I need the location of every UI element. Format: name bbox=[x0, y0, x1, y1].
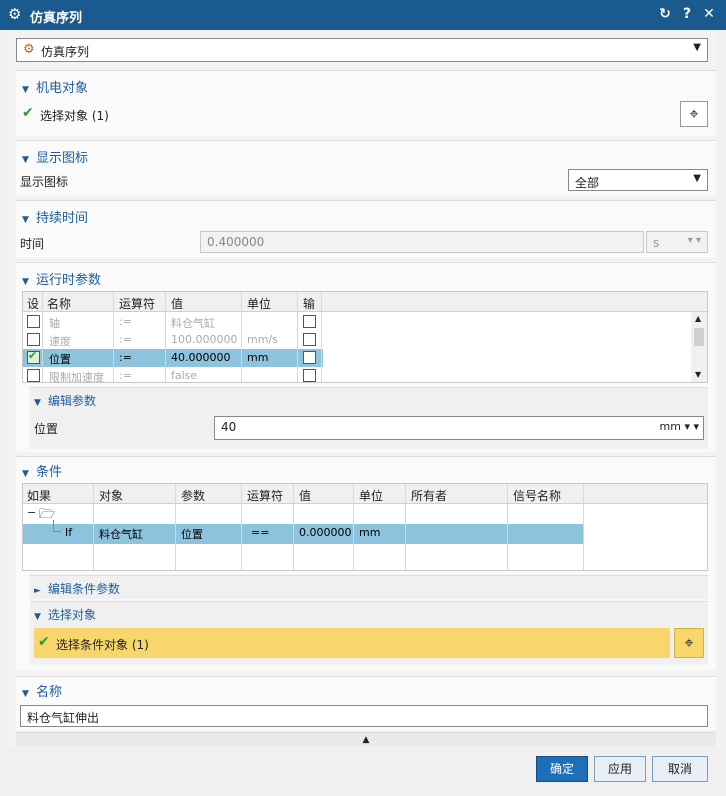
name-input[interactable]: 料仓气缸伸出 bbox=[20, 705, 708, 727]
close-icon[interactable]: ✕ bbox=[700, 5, 718, 23]
ok-button[interactable]: 确定 bbox=[536, 756, 588, 782]
footer: 确定 应用 取消 bbox=[8, 746, 718, 796]
mech-object-section: ▼ 机电对象 ✔ 选择对象 (1) ⌖ bbox=[16, 70, 716, 136]
duration-label: 时间 bbox=[20, 237, 45, 251]
window-title: 仿真序列 bbox=[30, 11, 83, 26]
edit-params-subsection: ▼ 编辑参数 位置 40 mm ▾ ▾ bbox=[30, 387, 708, 449]
set-checkbox[interactable] bbox=[27, 315, 40, 328]
chevron-down-icon: ▾ ▾ bbox=[687, 235, 701, 246]
output-checkbox[interactable] bbox=[303, 315, 316, 328]
duration-header[interactable]: ▼ 持续时间 bbox=[22, 207, 88, 226]
mech-object-select-label: 选择对象 (1) bbox=[40, 109, 109, 123]
mech-object-header[interactable]: ▼ 机电对象 bbox=[22, 77, 88, 96]
select-object-subsection: ▼ 选择对象 ✔ 选择条件对象 (1) ⌖ bbox=[30, 601, 708, 665]
scrollbar[interactable]: ▲ ▼ bbox=[691, 312, 707, 382]
edit-condition-params-header[interactable]: ► 编辑条件参数 bbox=[34, 580, 120, 597]
table-row[interactable]: 速度 := 100.000000 mm/s bbox=[23, 331, 693, 349]
table-header: 设 名称 运算符 值 单位 输 bbox=[23, 292, 707, 312]
dialog-body: ⚙ 仿真序列 ▼ ▼ 机电对象 ✔ 选择对象 (1) ⌖ ▼ 显示图标 显示图标 全… bbox=[8, 30, 718, 796]
runtime-params-header[interactable]: ▼ 运行时参数 bbox=[22, 269, 101, 288]
unit-select[interactable]: mm ▾ ▾ bbox=[660, 420, 699, 433]
display-icon-select-value: 全部 bbox=[575, 176, 600, 190]
output-checkbox[interactable] bbox=[303, 351, 316, 364]
duration-section: ▼ 持续时间 时间 0.400000 s ▾ ▾ bbox=[16, 200, 716, 258]
check-icon: ✔ bbox=[28, 349, 38, 362]
cancel-button[interactable]: 取消 bbox=[652, 756, 708, 782]
display-icon-header[interactable]: ▼ 显示图标 bbox=[22, 147, 88, 166]
chevron-down-icon: ▼ bbox=[693, 42, 701, 53]
output-checkbox[interactable] bbox=[303, 369, 316, 382]
tree-line bbox=[53, 520, 61, 532]
duration-unit-select[interactable]: s ▾ ▾ bbox=[646, 231, 708, 253]
select-object-header[interactable]: ▼ 选择对象 bbox=[34, 606, 96, 623]
name-section: ▼ 名称 料仓气缸伸出 bbox=[16, 676, 716, 730]
tree-root-row[interactable]: − 🗁 bbox=[23, 505, 707, 523]
conditions-section: ▼ 条件 如果 对象 参数 运算符 值 单位 所有者 信号名称 − 🗁 If 料仓… bbox=[16, 456, 716, 670]
check-icon: ✔ bbox=[38, 634, 50, 650]
collapse-icon[interactable]: − bbox=[27, 506, 36, 519]
display-icon-label: 显示图标 bbox=[20, 175, 69, 189]
reset-icon[interactable]: ↻ bbox=[656, 5, 674, 23]
type-select[interactable]: ⚙ 仿真序列 ▼ bbox=[16, 38, 708, 62]
chevron-down-icon: ▼ bbox=[693, 173, 701, 184]
display-icon-select[interactable]: 全部 ▼ bbox=[568, 169, 708, 191]
help-icon[interactable]: ? bbox=[678, 5, 696, 23]
table-row[interactable]: 轴 := 料仓气缸 bbox=[23, 313, 693, 331]
conditions-header[interactable]: ▼ 条件 bbox=[22, 461, 62, 480]
display-icon-section: ▼ 显示图标 显示图标 全部 ▼ bbox=[16, 140, 716, 196]
set-checkbox-checked[interactable]: ✔ bbox=[27, 349, 40, 364]
collapse-arrow[interactable]: ▲ bbox=[16, 732, 716, 746]
edit-param-label: 位置 bbox=[34, 422, 59, 436]
name-header[interactable]: ▼ 名称 bbox=[22, 681, 62, 700]
table-row-selected[interactable]: ✔ 位置 := 40.000000 mm bbox=[23, 349, 323, 367]
scrollbar-thumb[interactable] bbox=[694, 328, 704, 346]
output-checkbox[interactable] bbox=[303, 333, 316, 346]
check-icon: ✔ bbox=[22, 105, 34, 121]
gear-icon[interactable]: ⚙ bbox=[8, 6, 24, 22]
conditions-table: 如果 对象 参数 运算符 值 单位 所有者 信号名称 − 🗁 If 料仓气缸 位… bbox=[22, 483, 708, 571]
title-bar: ⚙ 仿真序列 ↻ ? ✕ bbox=[0, 0, 726, 30]
scroll-down-icon[interactable]: ▼ bbox=[695, 370, 701, 379]
edit-params-header[interactable]: ▼ 编辑参数 bbox=[34, 392, 96, 409]
duration-input[interactable]: 0.400000 bbox=[200, 231, 644, 253]
type-select-value: 仿真序列 bbox=[41, 45, 90, 59]
set-checkbox[interactable] bbox=[27, 333, 40, 346]
table-row[interactable]: 限制加速度 := false bbox=[23, 367, 693, 382]
set-checkbox[interactable] bbox=[27, 369, 40, 382]
crosshair-icon[interactable]: ⌖ bbox=[674, 628, 704, 658]
runtime-params-table: 设 名称 运算符 值 单位 输 轴 := 料仓气缸 速度 := 100.0000… bbox=[22, 291, 708, 383]
sequence-icon: ⚙ bbox=[23, 42, 35, 57]
table-row-selected[interactable]: If 料仓气缸 位置 == 0.000000 mm bbox=[23, 520, 583, 544]
runtime-params-section: ▼ 运行时参数 设 名称 运算符 值 单位 输 轴 := 料仓气缸 速度:= … bbox=[16, 262, 716, 452]
position-input[interactable]: 40 mm ▾ ▾ bbox=[214, 416, 704, 440]
table-header: 如果 对象 参数 运算符 值 单位 所有者 信号名称 bbox=[23, 484, 707, 504]
edit-condition-params-subsection: ► 编辑条件参数 bbox=[30, 575, 708, 599]
select-condition-object-label: 选择条件对象 (1) bbox=[56, 638, 149, 652]
scroll-up-icon[interactable]: ▲ bbox=[695, 314, 701, 323]
crosshair-icon[interactable]: ⌖ bbox=[680, 101, 708, 127]
select-condition-object-row[interactable]: ✔ 选择条件对象 (1) bbox=[34, 628, 670, 658]
apply-button[interactable]: 应用 bbox=[594, 756, 646, 782]
